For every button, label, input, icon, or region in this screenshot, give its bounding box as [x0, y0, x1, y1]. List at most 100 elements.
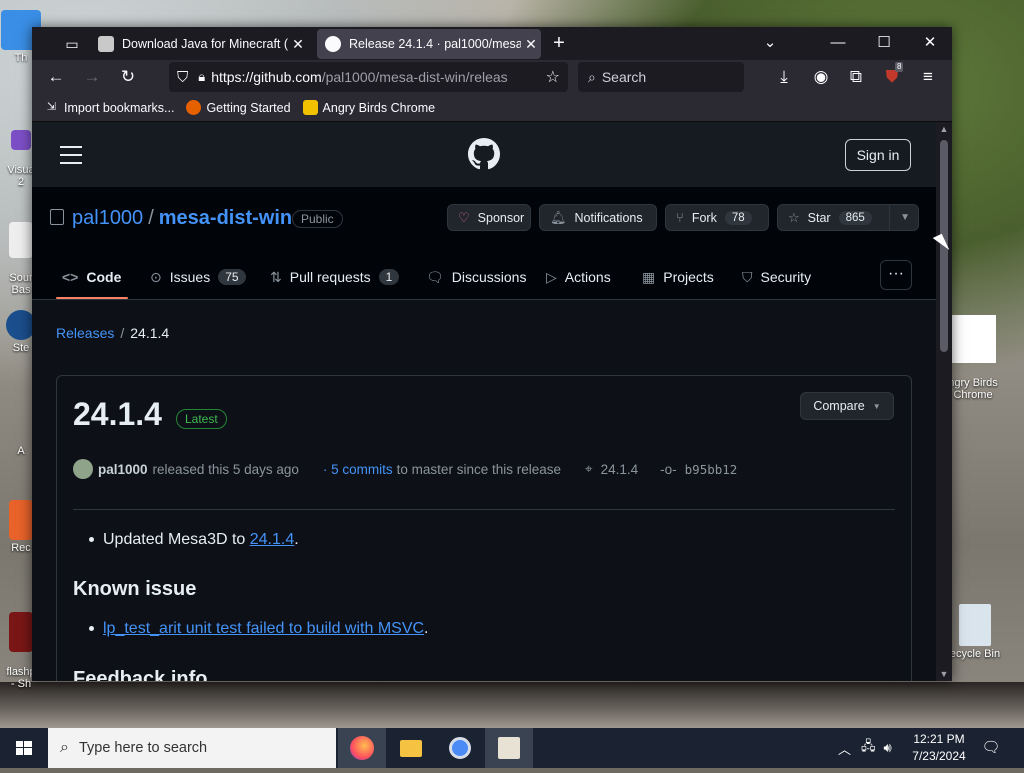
hamburger-menu-icon[interactable] — [60, 146, 82, 170]
tab-actions[interactable]: ▷ Actions — [546, 255, 611, 299]
start-button[interactable] — [0, 728, 48, 768]
url-bar[interactable]: ⛉ 🔒︎ https://github.com/pal1000/mesa-dis… — [169, 62, 568, 92]
angry-birds-icon — [302, 100, 318, 115]
bookmark-angry-birds[interactable]: Angry Birds Chrome — [302, 100, 435, 115]
pull-requests-count: 1 — [378, 269, 400, 285]
mesa-version-link[interactable]: 24.1.4 — [250, 531, 294, 548]
forward-icon[interactable]: → — [78, 64, 106, 90]
page-scrollbar[interactable]: ▲ ▼ — [936, 122, 952, 681]
tab-code[interactable]: <> Code — [62, 255, 121, 299]
commits-rest: to master since this release — [396, 461, 561, 477]
repo-separator: / — [148, 207, 154, 229]
sponsor-button[interactable]: ♡ Sponsor — [447, 204, 531, 231]
close-tab-icon[interactable]: ✕ — [288, 36, 308, 53]
new-tab-icon[interactable]: + — [548, 32, 570, 54]
commit-sha-link[interactable]: b95bb12 — [685, 462, 738, 477]
system-tray: ︿ 🖧︎ 🔊︎ — [838, 728, 892, 768]
search-box[interactable]: ⌕ Search — [578, 62, 744, 92]
url-text[interactable]: https://github.com/pal1000/mesa-dist-win… — [211, 69, 516, 85]
known-issue-link[interactable]: lp_test_arit unit test failed to build w… — [103, 620, 424, 637]
shortcut-icon — [11, 415, 31, 443]
github-header: Sign in — [32, 122, 936, 187]
star-button[interactable]: ☆ Star 865 ▼ — [777, 204, 919, 231]
back-icon[interactable]: ← — [42, 64, 70, 90]
triangle-down-icon: ▼ — [872, 401, 881, 411]
tab-list-icon[interactable]: ▭ — [62, 34, 82, 54]
lock-icon[interactable]: 🔒︎ — [198, 69, 205, 85]
network-icon[interactable]: 🖧︎ — [861, 737, 876, 759]
tab-label: Security — [760, 269, 812, 285]
repo-owner-link[interactable]: pal1000 — [72, 207, 143, 229]
fork-button[interactable]: ⑂ Fork 78 — [665, 204, 769, 231]
release-title[interactable]: 24.1.4 — [73, 396, 162, 433]
author-link[interactable]: pal1000 — [98, 462, 148, 477]
close-tab-icon[interactable]: ✕ — [521, 36, 541, 53]
clock-date: 7/23/2024 — [912, 749, 966, 763]
notifications-button[interactable]: 🔔︎ Notifications — [539, 204, 657, 231]
issue-opened-icon: ⊙ — [150, 268, 162, 285]
downloads-icon[interactable]: ⤓ — [770, 64, 798, 90]
bookmark-label: Getting Started — [206, 100, 291, 115]
shield-icon[interactable]: ⛉ — [177, 69, 188, 86]
avatar[interactable] — [73, 459, 93, 479]
star-dropdown-icon[interactable]: ▼ — [889, 205, 910, 230]
play-icon: ▷ — [546, 268, 557, 285]
account-icon[interactable]: ◉ — [807, 64, 835, 90]
tab-projects[interactable]: ▦ Projects — [642, 255, 714, 299]
tag-link[interactable]: 24.1.4 — [601, 462, 639, 477]
list-all-tabs-icon[interactable]: ⌄ — [750, 31, 790, 55]
ublock-icon[interactable]: ⛊ 8 — [878, 62, 906, 90]
compare-button[interactable]: Compare ▼ — [800, 392, 894, 420]
reload-icon[interactable]: ↻ — [114, 64, 142, 90]
clock[interactable]: 12:21 PM 7/23/2024 — [900, 731, 978, 765]
flashpoint-icon — [9, 612, 33, 652]
commits-link[interactable]: · 5 commits — [323, 462, 393, 477]
breadcrumb-releases-link[interactable]: Releases — [56, 325, 114, 341]
github-logo-icon[interactable] — [468, 138, 500, 170]
bookmark-import[interactable]: ⇲ Import bookmarks... — [44, 100, 175, 115]
menu-icon[interactable]: ≡ — [914, 64, 942, 90]
close-window-icon[interactable]: ✕ — [910, 31, 950, 55]
sign-in-button[interactable]: Sign in — [845, 139, 911, 171]
tab-release[interactable]: Release 24.1.4 · pal1000/mesa-di ✕ — [317, 29, 541, 59]
github-favicon-icon — [325, 36, 341, 52]
taskbar-search-box[interactable]: ⌕ Type here to search — [48, 728, 336, 768]
sponsor-label: Sponsor — [477, 210, 525, 225]
tab-issues[interactable]: ⊙ Issues 75 — [150, 255, 246, 299]
tab-security[interactable]: ⛉ Security — [742, 255, 811, 299]
more-tabs-button[interactable]: ··· — [880, 260, 912, 290]
release-notes-text: Updated Mesa3D to — [103, 531, 250, 548]
desktop-icon-label: ngry Birds Chrome — [948, 377, 998, 401]
tab-discussions[interactable]: 🗨︎ Discussions — [426, 255, 526, 299]
taskbar-file-explorer[interactable] — [387, 728, 435, 768]
fork-label: Fork — [691, 210, 717, 225]
bookmark-getting-started[interactable]: Getting Started — [186, 100, 291, 115]
taskbar-firefox[interactable] — [338, 728, 386, 768]
taskbar-java[interactable] — [485, 728, 533, 768]
scroll-up-icon[interactable]: ▲ — [936, 124, 952, 134]
chrome-icon — [449, 737, 471, 759]
navigation-bar: ← → ↻ ⛉ 🔒︎ https://github.com/pal1000/me… — [32, 60, 952, 94]
bookmark-star-icon[interactable]: ☆ — [546, 67, 560, 87]
chevron-up-icon[interactable]: ︿ — [838, 739, 851, 758]
volume-icon[interactable]: 🔊︎ — [884, 740, 892, 756]
comment-discussion-icon: 🗨︎ — [426, 268, 444, 285]
notifications-label: Notifications — [574, 210, 643, 225]
page-content: Sign in pal1000/mesa-dist-win Public ♡ S… — [32, 122, 936, 681]
minimize-icon[interactable]: — — [818, 31, 858, 55]
windows-logo-icon — [16, 741, 32, 755]
taskbar-chrome[interactable] — [436, 728, 484, 768]
scroll-down-icon[interactable]: ▼ — [936, 669, 952, 679]
known-issue-item: lp_test_arit unit test failed to build w… — [89, 620, 429, 638]
tab-pull-requests[interactable]: ⇅ Pull requests 1 — [270, 255, 400, 299]
tab-title: Release 24.1.4 · pal1000/mesa-di — [349, 37, 521, 51]
breadcrumb-separator: / — [120, 325, 125, 341]
maximize-icon[interactable]: ☐ — [864, 31, 904, 55]
repo-name-link[interactable]: mesa-dist-win — [159, 207, 292, 229]
breadcrumb: Releases / 24.1.4 — [56, 325, 169, 341]
tab-download-java[interactable]: Download Java for Minecraft (Re ✕ — [90, 29, 308, 59]
desktop-icon-label: A — [17, 445, 25, 457]
extensions-icon[interactable]: ⧉ — [842, 64, 870, 90]
notification-icon[interactable]: 🗨︎ — [980, 738, 1002, 758]
compare-label: Compare — [813, 399, 865, 413]
